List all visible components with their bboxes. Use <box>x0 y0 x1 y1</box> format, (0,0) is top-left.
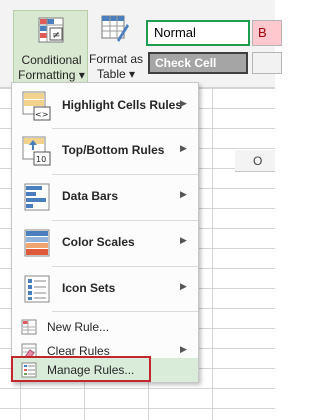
menu-item-icon-sets[interactable]: Icon Sets ▶ <box>12 269 198 309</box>
style-gallery-cell[interactable] <box>252 52 282 74</box>
submenu-arrow-icon: ▶ <box>180 98 187 108</box>
style-check-cell[interactable]: Check Cell <box>148 52 248 74</box>
menu-separator <box>52 174 198 175</box>
menu-separator <box>52 311 198 312</box>
menu-item-label: Color Scales <box>62 235 135 249</box>
data-bars-icon <box>24 183 50 211</box>
menu-item-label: Data Bars <box>62 189 119 203</box>
conditional-formatting-menu: <> Highlight Cells Rules ▶ 10 Top/Bottom… <box>11 82 199 382</box>
menu-item-new-rule[interactable]: New Rule... <box>12 315 198 339</box>
submenu-arrow-icon: ▶ <box>180 344 187 354</box>
menu-item-label: New Rule... <box>47 320 110 334</box>
menu-separator <box>52 266 198 267</box>
ribbon: ≠ Conditional Formatting ▾ Format as Tab… <box>0 0 282 88</box>
format-as-table-label-1: Format as <box>88 52 143 66</box>
annotation-highlight-box <box>11 356 151 382</box>
menu-separator <box>52 220 198 221</box>
submenu-arrow-icon: ▶ <box>180 143 187 153</box>
menu-item-label: Highlight Cells Rules <box>62 98 183 112</box>
submenu-arrow-icon: ▶ <box>180 235 187 245</box>
submenu-arrow-icon: ▶ <box>180 189 187 199</box>
chevron-down-icon: ▾ <box>129 67 136 81</box>
color-scales-icon <box>24 229 50 257</box>
menu-item-top-bottom-rules[interactable]: 10 Top/Bottom Rules ▶ <box>12 131 198 171</box>
svg-text:10: 10 <box>36 155 46 164</box>
column-header-label: O <box>253 154 263 168</box>
menu-item-data-bars[interactable]: Data Bars ▶ <box>12 177 198 217</box>
conditional-formatting-label-2: Formatting ▾ <box>18 68 85 82</box>
submenu-arrow-icon: ▶ <box>180 281 187 291</box>
menu-item-color-scales[interactable]: Color Scales ▶ <box>12 223 198 263</box>
conditional-formatting-button[interactable]: ≠ Conditional Formatting ▾ <box>13 10 88 86</box>
style-bad[interactable]: B <box>252 20 282 46</box>
svg-text:≠: ≠ <box>52 30 60 41</box>
top-bottom-icon: 10 <box>22 136 51 166</box>
highlight-cells-icon: <> <box>22 91 51 121</box>
icon-sets-icon <box>24 275 50 303</box>
chevron-down-icon: ▾ <box>78 68 85 82</box>
menu-item-label: Top/Bottom Rules <box>62 143 165 157</box>
menu-separator <box>52 128 198 129</box>
conditional-formatting-label-1: Conditional <box>21 53 82 67</box>
format-as-table-button[interactable]: Format as Table ▾ <box>88 10 144 86</box>
format-as-table-label-2: Table ▾ <box>96 67 136 81</box>
style-normal-selection-border <box>146 20 250 46</box>
menu-item-label: Icon Sets <box>62 281 116 295</box>
conditional-formatting-icon: ≠ <box>38 17 64 43</box>
format-as-table-icon <box>101 15 129 42</box>
new-rule-icon <box>21 319 37 335</box>
column-header[interactable]: O <box>235 150 275 172</box>
menu-item-highlight-cells-rules[interactable]: <> Highlight Cells Rules ▶ <box>12 86 198 126</box>
svg-text:<>: <> <box>35 110 48 119</box>
